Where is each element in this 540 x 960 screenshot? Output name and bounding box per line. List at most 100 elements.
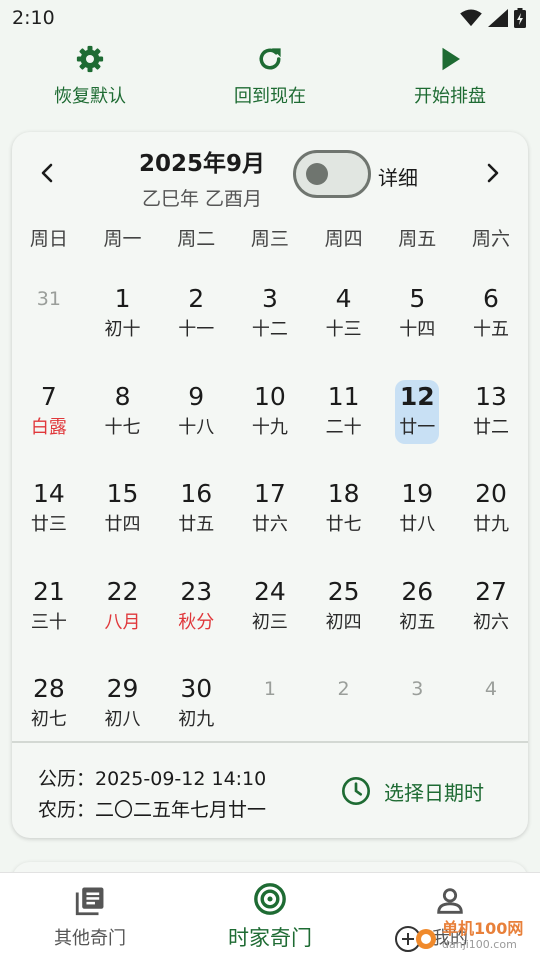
day-cell-content: 3 十二 — [248, 282, 292, 346]
day-number: 4 — [484, 678, 498, 701]
day-cell-content: 23 秋分 — [174, 575, 218, 639]
restore-default-label: 恢复默认 — [54, 86, 126, 107]
day-cell[interactable]: 11 二十 — [307, 368, 381, 466]
day-cell-content: 15 廿四 — [101, 477, 145, 541]
day-cell[interactable]: 6 十五 — [454, 270, 528, 368]
day-cell[interactable]: 4 — [454, 660, 528, 758]
day-number: 25 — [327, 576, 360, 606]
back-to-now-button[interactable]: 回到现在 — [190, 44, 350, 108]
lunar-day-label: 初九 — [178, 709, 215, 731]
day-number: 24 — [254, 576, 286, 606]
day-cell-content: 21 三十 — [27, 575, 71, 639]
day-cell[interactable]: 3 十二 — [233, 270, 307, 368]
lunar-day-label: 廿九 — [472, 514, 509, 536]
day-cell[interactable]: 14 廿三 — [12, 465, 86, 563]
lunar-day-label: 廿一 — [399, 416, 436, 438]
lunar-day-label: 初十 — [104, 319, 141, 340]
pick-datetime-button[interactable]: 选择日期时 — [340, 775, 484, 807]
battery-icon — [514, 8, 526, 28]
weekday-label: 周日 — [29, 227, 68, 250]
day-cell[interactable]: 29 初八 — [86, 660, 160, 758]
lunar-day-label: 十九 — [251, 416, 288, 438]
day-number: 2 — [188, 284, 205, 313]
day-cell[interactable]: 31 — [12, 270, 86, 368]
library-books-icon — [75, 887, 104, 915]
day-cell[interactable]: 7 白露 — [12, 368, 86, 466]
lunar-day-label: 十八 — [178, 416, 215, 438]
prev-month-button[interactable] — [32, 158, 62, 188]
day-cell[interactable]: 9 十八 — [159, 368, 233, 466]
day-cell-today[interactable]: 12 廿一 — [380, 368, 454, 466]
day-cell-content: 13 廿二 — [469, 380, 513, 444]
weekday-label: 周一 — [103, 227, 142, 250]
next-month-button[interactable] — [478, 158, 508, 188]
day-cell-content: 4 — [469, 672, 513, 736]
watermark-logo-icon — [395, 926, 436, 952]
day-cell-content: 22 八月 — [101, 575, 145, 639]
day-number: 1 — [114, 284, 131, 313]
day-cell[interactable]: 18 廿七 — [307, 465, 381, 563]
day-cell[interactable]: 13 廿二 — [454, 368, 528, 466]
day-cell[interactable]: 15 廿四 — [86, 465, 160, 563]
day-number: 10 — [254, 381, 286, 411]
day-cell-content: 17 廿六 — [248, 477, 292, 541]
day-cell[interactable]: 16 廿五 — [159, 465, 233, 563]
day-cell[interactable]: 22 八月 — [86, 563, 160, 661]
day-cell[interactable]: 10 十九 — [233, 368, 307, 466]
card-divider — [12, 741, 528, 743]
day-cell[interactable]: 27 初六 — [454, 563, 528, 661]
day-cell[interactable]: 28 初七 — [12, 660, 86, 758]
day-cell-content: 10 十九 — [248, 380, 292, 444]
day-cell[interactable]: 25 初四 — [307, 563, 381, 661]
lunar-day-label: 初五 — [399, 611, 436, 633]
day-cell-content: 30 初九 — [174, 672, 218, 736]
nav-shijia-qimen-label: 时家奇门 — [228, 925, 312, 950]
day-number: 28 — [32, 674, 65, 704]
day-cell[interactable]: 5 十四 — [380, 270, 454, 368]
weekday-label: 周五 — [398, 227, 437, 250]
day-number: 3 — [411, 678, 424, 701]
solar-date-row: 公历：2025-09-12 14:10 — [38, 764, 266, 795]
lunar-day-label: 初三 — [251, 611, 288, 633]
day-cell[interactable]: 4 十三 — [307, 270, 381, 368]
lunar-day-label: 廿三 — [30, 514, 67, 536]
day-cell-content: 29 初八 — [101, 672, 145, 736]
day-cell[interactable]: 21 三十 — [12, 563, 86, 661]
watermark-cn: 单机100网 — [442, 919, 524, 938]
day-cell[interactable]: 2 十一 — [159, 270, 233, 368]
day-cell-content: 7 白露 — [27, 380, 71, 444]
day-cell[interactable]: 26 初五 — [380, 563, 454, 661]
nav-shijia-qimen[interactable]: 时家奇门 — [195, 882, 345, 952]
day-cell[interactable]: 24 初三 — [233, 563, 307, 661]
cellular-signal-icon — [488, 9, 508, 27]
gear-icon — [76, 45, 104, 73]
day-cell-content: 2 — [322, 672, 366, 736]
day-number: 13 — [475, 381, 507, 411]
day-cell-content: 1 — [248, 672, 292, 736]
solar-term-label: 白露 — [30, 416, 67, 438]
lunar-day-label: 廿二 — [472, 416, 509, 438]
day-cell[interactable]: 17 廿六 — [233, 465, 307, 563]
day-cell[interactable]: 1 — [233, 660, 307, 758]
restore-default-button[interactable]: 恢复默认 — [10, 44, 170, 108]
day-cell-content: 19 廿八 — [395, 477, 439, 541]
lunar-day-label: 初四 — [325, 611, 362, 633]
day-cell-content: 25 初四 — [322, 575, 366, 639]
day-cell[interactable]: 30 初九 — [159, 660, 233, 758]
chevron-left-icon — [41, 163, 53, 183]
day-cell[interactable]: 19 廿八 — [380, 465, 454, 563]
start-chart-button[interactable]: 开始排盘 — [370, 44, 530, 108]
day-cell[interactable]: 1 初十 — [86, 270, 160, 368]
detail-toggle[interactable] — [293, 150, 371, 198]
nav-other-qimen[interactable]: 其他奇门 — [15, 884, 165, 950]
status-icons — [460, 8, 526, 28]
day-cell[interactable]: 3 — [380, 660, 454, 758]
day-number: 9 — [188, 381, 205, 411]
solar-date-value: 2025-09-12 14:10 — [95, 768, 267, 790]
day-cell[interactable]: 8 十七 — [86, 368, 160, 466]
lunar-day-label: 十一 — [178, 319, 215, 340]
day-cell[interactable]: 20 廿九 — [454, 465, 528, 563]
day-cell[interactable]: 2 — [307, 660, 381, 758]
day-cell-content: 28 初七 — [27, 672, 71, 736]
day-cell[interactable]: 23 秋分 — [159, 563, 233, 661]
